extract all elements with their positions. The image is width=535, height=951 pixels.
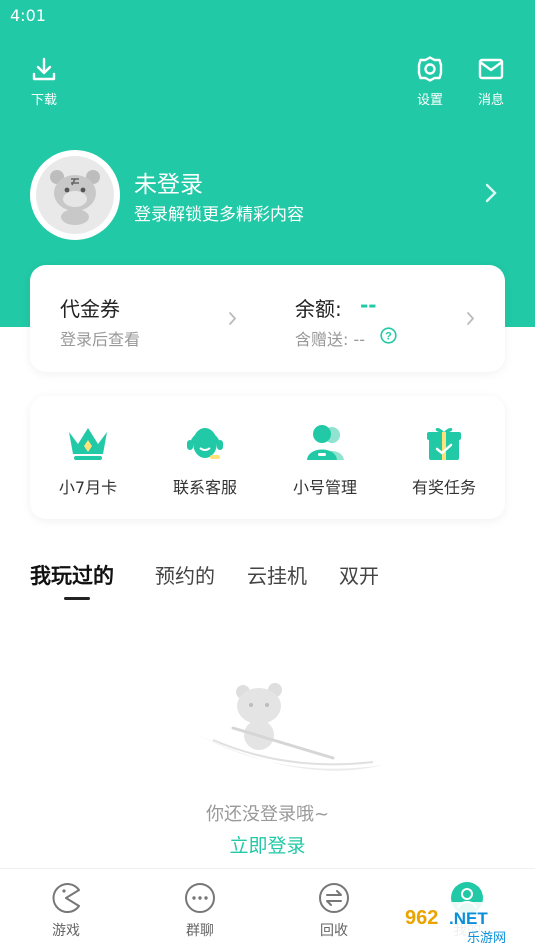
status-bar: 4:01	[0, 0, 535, 30]
user-subtitle[interactable]: 登录解锁更多精彩内容	[134, 200, 304, 225]
tab-dual-open[interactable]: 双开	[339, 560, 379, 589]
pacman-icon	[52, 883, 80, 913]
nav-label: 群聊	[186, 923, 214, 939]
users-icon	[307, 425, 344, 460]
nav-label: 回收	[320, 923, 348, 939]
avatar[interactable]	[30, 150, 120, 240]
feature-label: 小号管理	[292, 478, 357, 497]
messages-label: 消息	[477, 93, 504, 108]
nav-recycle[interactable]: 回收	[304, 881, 364, 940]
nav-group-chat[interactable]: 群聊	[170, 881, 230, 940]
chat-bubble-icon	[185, 883, 215, 913]
feature-subaccount-management[interactable]: 小号管理	[275, 422, 375, 498]
messages-button[interactable]: 消息	[466, 55, 516, 108]
tab-played[interactable]: 我玩过的	[30, 560, 114, 590]
headset-icon	[187, 428, 223, 459]
svg-text:962: 962	[405, 907, 438, 929]
chevron-right-icon[interactable]	[484, 182, 498, 208]
balance-value: --	[360, 293, 377, 317]
empty-state-text: 你还没登录哦~	[205, 804, 330, 825]
tiger-avatar-icon	[50, 170, 100, 225]
user-name[interactable]: 未登录	[134, 165, 203, 199]
gift-amount: 含赠送: --	[295, 330, 366, 349]
voucher-title[interactable]: 代金券	[60, 293, 120, 322]
tab-reserved[interactable]: 预约的	[155, 560, 215, 589]
voucher-subtitle[interactable]: 登录后查看	[60, 326, 140, 350]
download-icon	[32, 57, 56, 81]
avatar-placeholder	[36, 156, 114, 234]
mail-icon	[478, 58, 504, 80]
feature-label: 小7月卡	[58, 478, 118, 497]
svg-text:.NET: .NET	[449, 909, 488, 928]
site-watermark-logo: 962 .NET 乐游网	[395, 900, 535, 948]
recycle-icon	[319, 883, 349, 913]
chevron-right-icon[interactable]	[228, 311, 237, 330]
feature-label: 联系客服	[172, 478, 237, 497]
settings-button[interactable]: 设置	[405, 55, 455, 108]
feature-label: 有奖任务	[411, 478, 476, 497]
download-button[interactable]: 下载	[19, 55, 69, 108]
balance-title[interactable]: 余额:	[295, 293, 342, 322]
features-card: 小7月卡 联系客服 小号管理 有奖任务	[30, 396, 505, 519]
svg-text:?: ?	[385, 331, 392, 343]
crown-icon	[69, 428, 107, 460]
feature-monthly-card[interactable]: 小7月卡	[38, 422, 138, 498]
active-tab-indicator	[64, 597, 90, 600]
tab-cloud-idle[interactable]: 云挂机	[247, 560, 307, 589]
chevron-right-icon[interactable]	[466, 311, 475, 330]
download-label: 下载	[30, 93, 57, 108]
nav-games[interactable]: 游戏	[36, 881, 96, 940]
gift-icon	[427, 427, 461, 460]
svg-text:乐游网: 乐游网	[467, 931, 506, 946]
gear-icon	[417, 56, 443, 82]
settings-label: 设置	[416, 93, 443, 108]
wallet-card: 代金券 登录后查看 余额: -- 含赠送: -- ?	[30, 265, 505, 372]
status-time: 4:01	[10, 6, 46, 25]
feature-customer-service[interactable]: 联系客服	[155, 422, 255, 498]
empty-state-illustration	[193, 680, 388, 784]
help-icon[interactable]: ?	[380, 327, 397, 348]
login-link[interactable]: 立即登录	[0, 831, 535, 858]
nav-label: 游戏	[52, 923, 80, 939]
feature-reward-tasks[interactable]: 有奖任务	[394, 422, 494, 498]
